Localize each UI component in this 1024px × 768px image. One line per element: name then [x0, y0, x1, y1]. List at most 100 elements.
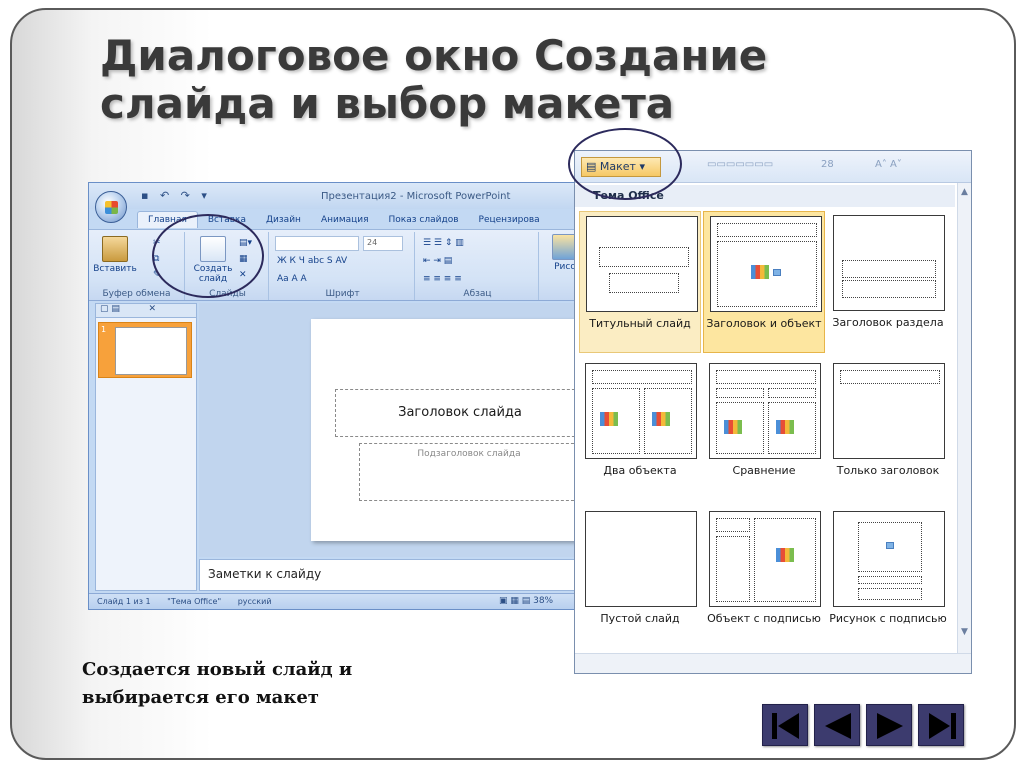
slides-panel: ▢ ▤ ✕ 1 — [95, 303, 197, 591]
previous-slide-icon[interactable] — [814, 704, 860, 746]
office-button-icon[interactable] — [95, 191, 127, 223]
layout-label: Сравнение — [732, 464, 796, 477]
gallery-scrollbar[interactable]: ▲ ▼ — [957, 183, 971, 653]
layout-preview — [709, 363, 821, 459]
status-zoom: 38% — [533, 596, 554, 606]
layout-preview — [709, 511, 821, 607]
layout-placeholder — [717, 223, 817, 237]
align-buttons[interactable]: ≡ ≡ ≡ ≡ — [423, 274, 462, 284]
chart-icon — [652, 412, 670, 426]
layout-placeholder — [842, 260, 936, 278]
font-size-ghost: 28 — [821, 159, 834, 170]
layout-placeholder — [716, 536, 750, 602]
tab-animation[interactable]: Анимация — [311, 212, 379, 228]
layout-placeholder — [609, 273, 679, 293]
indent-buttons[interactable]: ⇤ ⇥ ▤ — [423, 256, 452, 266]
layout-label: Рисунок с подписью — [829, 612, 947, 625]
paste-label: Вставить — [93, 264, 137, 274]
layout-placeholder — [716, 518, 750, 532]
caption-line-1: Создается новый слайд и — [82, 659, 353, 680]
chart-icon — [724, 420, 742, 434]
layout-preview — [710, 216, 822, 312]
title-bar: ▪ ↶ ↷ ▾ Презентация2 - Microsoft PowerPo… — [89, 183, 587, 209]
layout-placeholder — [858, 588, 922, 600]
grow-font-ghost: A˄ A˅ — [875, 159, 902, 170]
subtitle-placeholder[interactable]: Подзаголовок слайда — [359, 443, 579, 501]
layout-placeholder — [858, 576, 922, 584]
layout-placeholder — [716, 370, 816, 384]
layout-label: Заголовок раздела — [832, 316, 944, 329]
layout-placeholder — [842, 280, 936, 298]
highlight-circle-layout — [568, 128, 682, 200]
layout-preview — [585, 511, 697, 607]
layout-two-content[interactable]: Два объекта — [579, 359, 701, 501]
layout-preview — [833, 215, 945, 311]
status-theme: "Тема Office" — [167, 597, 222, 606]
layout-preview — [833, 363, 945, 459]
gallery-resize-bar[interactable] — [575, 653, 971, 673]
picture-icon — [886, 542, 894, 549]
tab-slideshow[interactable]: Показ слайдов — [379, 212, 469, 228]
notes-pane[interactable]: Заметки к слайду — [199, 559, 587, 591]
chart-icon — [776, 548, 794, 562]
title-line-1: Диалоговое окно Создание — [100, 31, 768, 80]
scroll-down-icon[interactable]: ▼ — [958, 627, 971, 637]
panel-tabs[interactable]: ▢ ▤ ✕ — [96, 304, 196, 318]
tab-design[interactable]: Дизайн — [256, 212, 311, 228]
group-font: 24 Ж К Ч abc S AV Aa A A Шрифт — [271, 232, 415, 300]
layout-gallery: ▤ Макет ▾ ▭▭▭▭▭▭▭ 28 A˄ A˅ Тема Office ▲… — [574, 150, 972, 674]
group-label-font: Шрифт — [325, 289, 360, 299]
font-size-buttons[interactable]: Aa A A — [277, 274, 307, 284]
quick-access-toolbar[interactable]: ▪ ↶ ↷ ▾ — [141, 189, 211, 202]
highlight-circle-new-slide — [152, 214, 264, 298]
font-size-field[interactable]: 24 — [363, 236, 403, 251]
caption-line-2: выбирается его макет — [82, 687, 319, 708]
layout-label: Объект с подписью — [707, 612, 821, 625]
layout-placeholder — [768, 388, 816, 398]
view-buttons[interactable]: ▣ ▦ ▤ 38% — [499, 596, 567, 606]
layout-title-slide[interactable]: Титульный слайд — [579, 211, 701, 353]
window-title: Презентация2 - Microsoft PowerPoint — [321, 191, 511, 202]
status-language: русский — [237, 597, 272, 606]
group-label-clipboard: Буфер обмена — [102, 289, 171, 299]
slide-thumbnail-page — [115, 327, 187, 375]
layout-preview — [586, 216, 698, 312]
layout-placeholder — [840, 370, 940, 384]
layout-comparison[interactable]: Сравнение — [703, 359, 825, 501]
layout-placeholder — [716, 388, 764, 398]
chart-icon — [776, 420, 794, 434]
layout-label: Только заголовок — [836, 464, 940, 477]
slide-thumbnail-number: 1 — [101, 325, 107, 334]
list-buttons[interactable]: ☰ ☰ ⇕ ▥ — [423, 238, 464, 248]
scroll-up-icon[interactable]: ▲ — [958, 187, 971, 197]
layout-title-content[interactable]: Заголовок и объект — [703, 211, 825, 353]
title-placeholder[interactable]: Заголовок слайда — [335, 389, 585, 437]
layout-picture-caption[interactable]: Рисунок с подписью — [827, 507, 949, 649]
group-label-paragraph: Абзац — [463, 289, 492, 299]
first-slide-icon[interactable] — [762, 704, 808, 746]
chart-icon — [600, 412, 618, 426]
group-paragraph: ☰ ☰ ⇕ ▥ ⇤ ⇥ ▤ ≡ ≡ ≡ ≡ Абзац — [417, 232, 539, 300]
next-slide-icon[interactable] — [866, 704, 912, 746]
layout-title-only[interactable]: Только заголовок — [827, 359, 949, 501]
layout-label: Пустой слайд — [600, 612, 680, 625]
tab-review[interactable]: Рецензирова — [469, 212, 550, 228]
layout-blank[interactable]: Пустой слайд — [579, 507, 701, 649]
page-title: Диалоговое окно Создание слайда и выбор … — [100, 32, 767, 128]
layout-label: Титульный слайд — [589, 317, 691, 330]
layout-content-caption[interactable]: Объект с подписью — [703, 507, 825, 649]
layout-placeholder — [599, 247, 689, 267]
paste-icon — [102, 236, 128, 262]
layout-preview — [833, 511, 945, 607]
layout-section-header[interactable]: Заголовок раздела — [827, 211, 949, 353]
last-slide-icon[interactable] — [918, 704, 964, 746]
layout-label: Два объекта — [603, 464, 677, 477]
slide-thumbnail[interactable]: 1 — [98, 322, 192, 378]
layout-placeholder — [592, 370, 692, 384]
paste-button[interactable]: Вставить — [93, 236, 137, 274]
font-name-field[interactable] — [275, 236, 359, 251]
slide-canvas[interactable]: Заголовок слайда Подзаголовок слайда — [311, 319, 587, 541]
format-buttons[interactable]: Ж К Ч abc S AV — [277, 256, 347, 266]
status-slide: Слайд 1 из 1 — [97, 597, 151, 606]
layout-preview — [585, 363, 697, 459]
